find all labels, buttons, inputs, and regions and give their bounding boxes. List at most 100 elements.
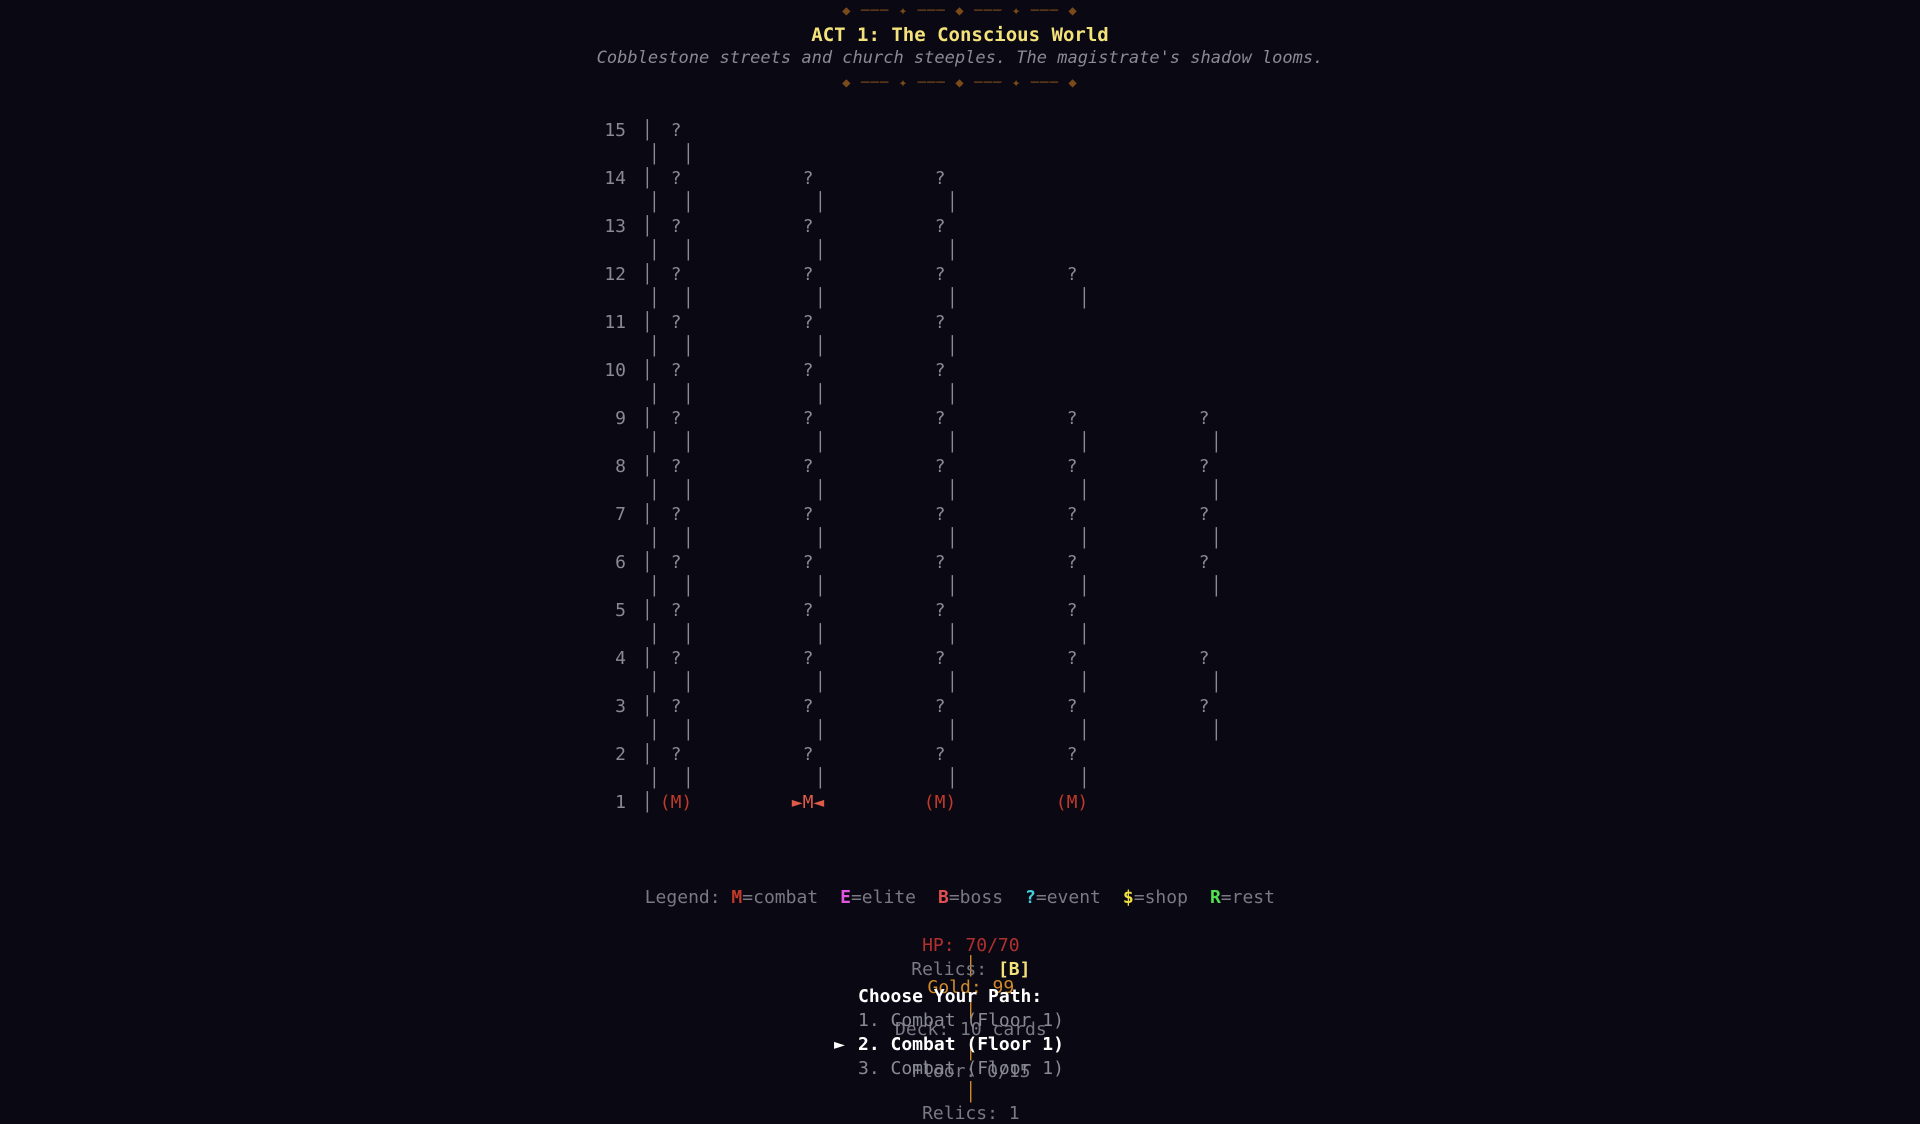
map-node-event: ? xyxy=(934,552,946,573)
legend-text: =boss xyxy=(948,887,1004,908)
map-node-combat[interactable]: (M) xyxy=(1042,792,1102,813)
map-connector: │ xyxy=(815,288,826,309)
map-connector: │ xyxy=(947,336,958,357)
map-connector: │ xyxy=(947,192,958,213)
floor-number: 11 xyxy=(604,312,626,333)
map-connector: │ xyxy=(947,240,958,261)
floor-number: 14 xyxy=(604,168,626,189)
map-connector: │ xyxy=(947,384,958,405)
map-node-event: ? xyxy=(670,504,682,525)
map-connector: │ xyxy=(1079,432,1090,453)
map-node-event: ? xyxy=(934,744,946,765)
map-connector: │ xyxy=(649,768,660,789)
map-connector: │ xyxy=(1211,480,1222,501)
map-node-event: ? xyxy=(1066,552,1078,573)
map-node-event: ? xyxy=(1066,264,1078,285)
map-node-event: ? xyxy=(1066,600,1078,621)
map-connector: │ xyxy=(815,528,826,549)
map-node-selected[interactable]: ►M◄ xyxy=(778,792,838,813)
map-node-event: ? xyxy=(1198,456,1210,477)
map-connector: │ xyxy=(1079,672,1090,693)
map-node-event: ? xyxy=(802,312,814,333)
path-option[interactable]: 2. Combat (Floor 1) xyxy=(858,1034,1064,1055)
map-node-event: ? xyxy=(802,696,814,717)
map-connector: │ xyxy=(947,768,958,789)
map-node-event: ? xyxy=(802,168,814,189)
stats-separator: │ xyxy=(965,1082,977,1103)
map-connector: │ xyxy=(947,480,958,501)
map-connector: │ xyxy=(683,720,694,741)
map-node-event: ? xyxy=(670,120,682,141)
map-node-combat[interactable]: (M) xyxy=(646,792,706,813)
map-node-event: ? xyxy=(934,456,946,477)
map-node-event: ? xyxy=(1066,648,1078,669)
map-node-event: ? xyxy=(802,648,814,669)
legend-text: =combat xyxy=(742,887,819,908)
map-node-event: ? xyxy=(670,456,682,477)
map-connector: │ xyxy=(649,384,660,405)
legend-text: =rest xyxy=(1220,887,1275,908)
map-connector: │ xyxy=(649,144,660,165)
map-connector: │ xyxy=(1079,288,1090,309)
map-node-event: ? xyxy=(934,648,946,669)
map-connector: │ xyxy=(1211,432,1222,453)
map-connector: │ xyxy=(649,576,660,597)
map-node-event: ? xyxy=(670,216,682,237)
map-connector: │ xyxy=(947,528,958,549)
path-option[interactable]: 1. Combat (Floor 1) xyxy=(858,1010,1064,1031)
map-node-combat[interactable]: (M) xyxy=(910,792,970,813)
floor-number: 12 xyxy=(604,264,626,285)
map-connector: │ xyxy=(683,528,694,549)
map-node-event: ? xyxy=(934,312,946,333)
path-option[interactable]: 3. Combat (Floor 1) xyxy=(858,1058,1064,1079)
map-connector: │ xyxy=(649,432,660,453)
map-node-event: ? xyxy=(1198,648,1210,669)
legend-item: ?=event xyxy=(1025,887,1101,908)
map-connector: │ xyxy=(683,624,694,645)
map-node-event: ? xyxy=(934,216,946,237)
map-node-event: ? xyxy=(1066,696,1078,717)
map-connector: │ xyxy=(1211,672,1222,693)
map-connector: │ xyxy=(683,240,694,261)
legend-key: ? xyxy=(1025,887,1036,908)
map-node-event: ? xyxy=(1066,504,1078,525)
map-connector: │ xyxy=(815,336,826,357)
relics-line: Relics: [B] xyxy=(0,938,1920,980)
map-connector: │ xyxy=(947,576,958,597)
map-connector: │ xyxy=(815,192,826,213)
map-connector: │ xyxy=(683,144,694,165)
map-connector: │ xyxy=(815,672,826,693)
legend-key: M xyxy=(731,887,743,908)
map-connector: │ xyxy=(1079,528,1090,549)
map-connector: │ xyxy=(815,240,826,261)
floor-number: 4 xyxy=(615,648,626,669)
map-node-event: ? xyxy=(1198,504,1210,525)
map-node-event: ? xyxy=(670,744,682,765)
floor-number: 2 xyxy=(615,744,626,765)
map-connector: │ xyxy=(815,384,826,405)
map-connector: │ xyxy=(683,384,694,405)
floor-number: 8 xyxy=(615,456,626,477)
map-connector: │ xyxy=(947,720,958,741)
map-connector: │ xyxy=(947,624,958,645)
map-node-event: ? xyxy=(1198,696,1210,717)
map-node-event: ? xyxy=(934,408,946,429)
act-subtitle: Cobblestone streets and church steeples.… xyxy=(596,48,1324,68)
map-node-event: ? xyxy=(802,744,814,765)
map-node-event: ? xyxy=(802,552,814,573)
map-connector: │ xyxy=(649,336,660,357)
map-node-event: ? xyxy=(934,168,946,189)
map-connector: │ xyxy=(947,432,958,453)
map-node-event: ? xyxy=(934,504,946,525)
map-connector: │ xyxy=(683,576,694,597)
map-connector: │ xyxy=(815,432,826,453)
map-connector: │ xyxy=(1079,576,1090,597)
map-connector: │ xyxy=(649,288,660,309)
relic-item[interactable]: [B] xyxy=(998,959,1031,980)
floor-number: 3 xyxy=(615,696,626,717)
map-connector: │ xyxy=(683,336,694,357)
map-connector: │ xyxy=(683,192,694,213)
map-node-event: ? xyxy=(802,408,814,429)
map-node-event: ? xyxy=(1066,408,1078,429)
header-decoration-top: ◆ ─── ✦ ─── ◆ ─── ✦ ─── ◆ xyxy=(842,3,1078,19)
